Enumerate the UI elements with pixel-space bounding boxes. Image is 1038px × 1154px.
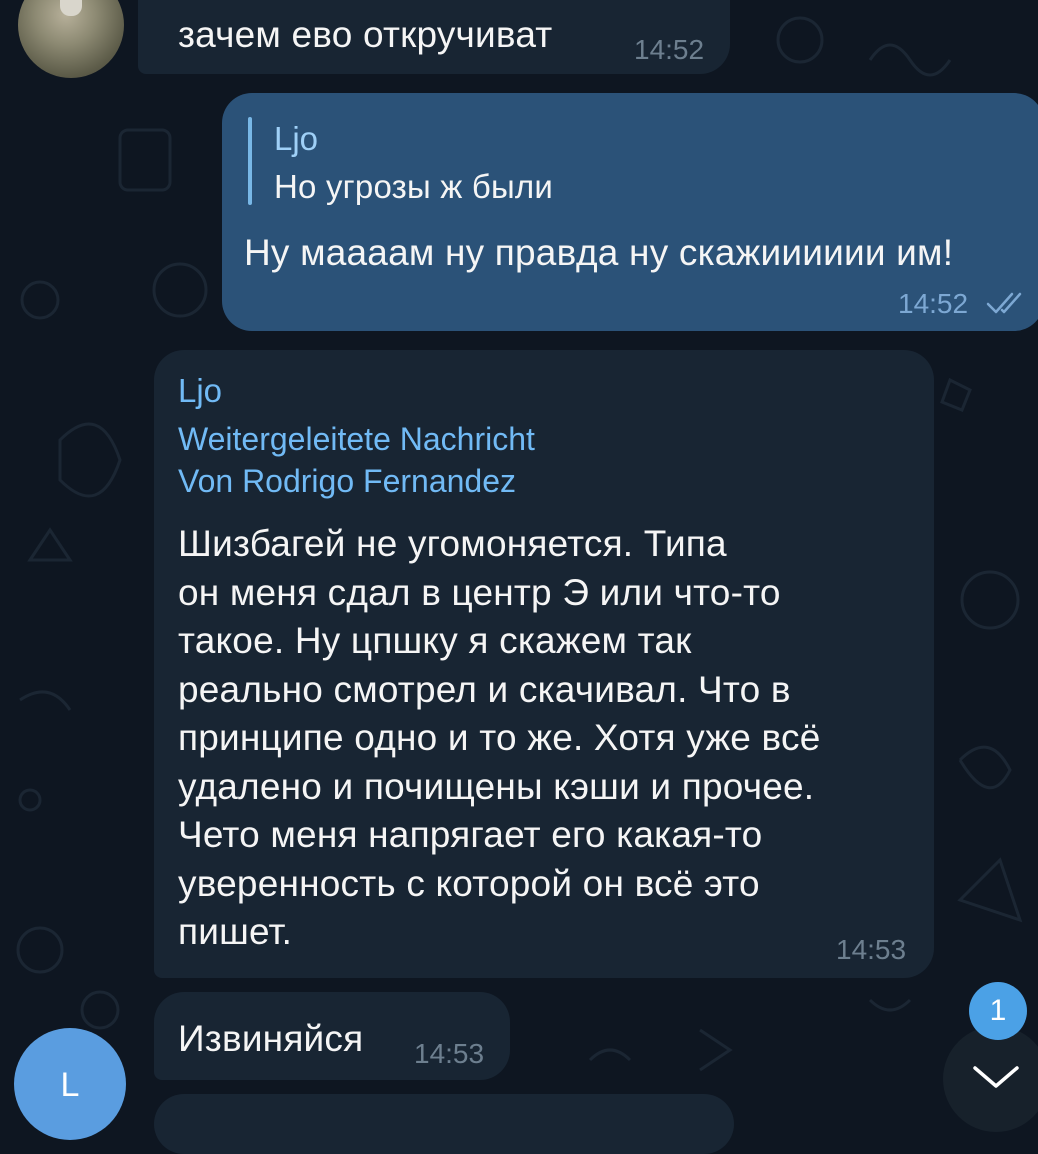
sender-name[interactable]: Ljo: [178, 372, 222, 410]
unread-badge: 1: [969, 982, 1027, 1040]
message-line: удалено и почищены кэши и прочее.: [178, 765, 815, 807]
forwarded-from[interactable]: Von Rodrigo Fernandez: [178, 460, 516, 502]
forwarded-label: Weitergeleitete Nachricht: [178, 421, 535, 457]
message-line: реально смотрел и скачивал. Что в: [178, 668, 791, 710]
message-text: Ну маааам ну правда ну скажииииии им!: [244, 232, 954, 273]
chevron-down-icon: [973, 1066, 1019, 1088]
message-line: Шизбагей не угомоняется. Типа: [178, 523, 727, 564]
reply-quote-text[interactable]: Но угрозы ж были: [274, 168, 553, 206]
message-line: принципе одно и то же. Хотя уже всё: [178, 717, 821, 758]
reply-quote-bar: [248, 117, 252, 205]
message-line: он меня сдал в центр Э или что-то: [178, 571, 781, 613]
message-line: Чето меня напрягает его какая-то: [178, 814, 763, 855]
message-text: Извиняйся: [178, 1018, 364, 1059]
reply-sender-name[interactable]: Ljo: [274, 120, 318, 158]
message-time: 14:52: [634, 34, 705, 65]
message-bubble-incoming-partial[interactable]: [154, 1094, 734, 1154]
message-text: зачем ево откручиват: [178, 14, 553, 55]
scroll-down-button[interactable]: [943, 1026, 1038, 1132]
message-body: Шизбагей не угомоняется. Типа он меня сд…: [178, 520, 820, 957]
message-line: пишет.: [178, 911, 293, 952]
message-line: уверенность с которой он всё это: [178, 862, 760, 904]
message-line: такое. Ну цпшку я скажем так: [178, 620, 692, 661]
message-time: 14:53: [414, 1038, 485, 1069]
double-check-icon: [986, 292, 1022, 314]
sender-avatar-letter[interactable]: L: [14, 1028, 126, 1140]
avatar-letter: L: [60, 1066, 80, 1104]
avatar-figure-icon: [60, 0, 82, 16]
message-time: 14:53: [836, 934, 907, 965]
unread-count: 1: [989, 994, 1007, 1027]
message-time: 14:52: [898, 288, 969, 319]
